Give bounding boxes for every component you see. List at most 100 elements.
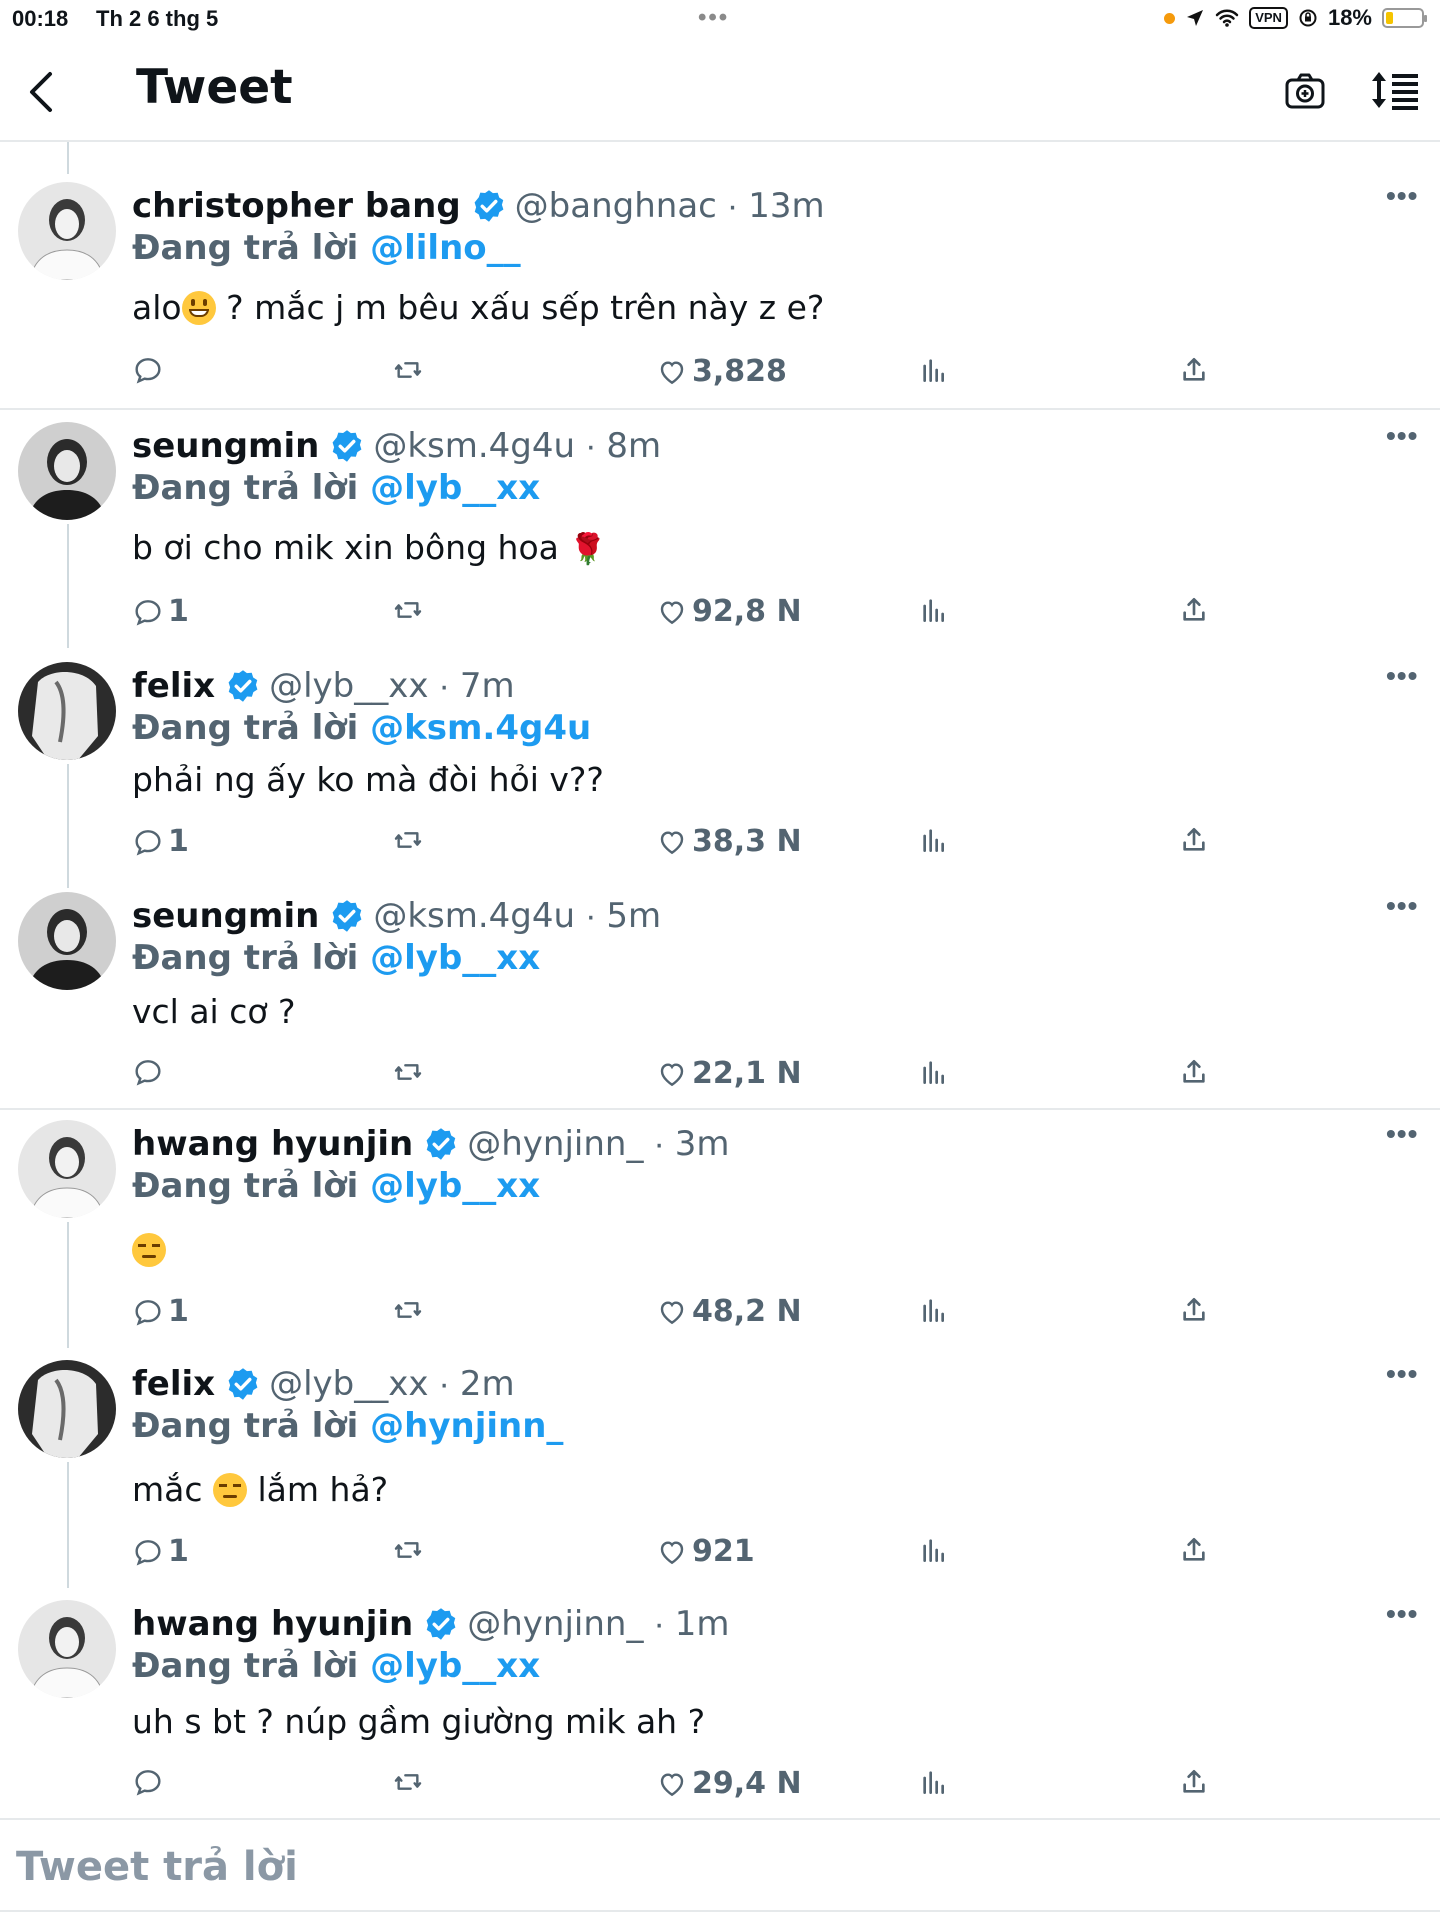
more-options-icon[interactable]: ••• bbox=[1386, 890, 1418, 922]
tweet[interactable]: hwang hyunjin @hynjinn_ · 3m ••• Đang tr… bbox=[0, 1110, 1440, 1348]
user-handle[interactable]: @lyb__xx bbox=[269, 1364, 428, 1404]
user-handle[interactable]: @ksm.4g4u bbox=[373, 896, 575, 936]
share-button[interactable] bbox=[1178, 1534, 1210, 1566]
share-button[interactable] bbox=[1178, 1766, 1210, 1798]
mention-link[interactable]: @ksm.4g4u bbox=[370, 708, 591, 748]
replying-to-label: Đang trả lời bbox=[132, 1646, 359, 1686]
display-name[interactable]: seungmin bbox=[132, 426, 319, 466]
avatar[interactable] bbox=[18, 892, 116, 990]
battery-percent: 18% bbox=[1327, 5, 1372, 30]
reply-button[interactable]: 1 bbox=[132, 1534, 189, 1569]
tweet-actions: 1 921 bbox=[0, 1534, 1440, 1574]
display-name[interactable]: seungmin bbox=[132, 896, 319, 936]
reply-input-placeholder[interactable]: Tweet trả lời bbox=[16, 1844, 298, 1890]
like-button[interactable]: 22,1 N bbox=[656, 1056, 802, 1091]
like-count: 38,3 N bbox=[692, 824, 802, 859]
tweet-text-part: b ơi cho mik xin bông hoa bbox=[132, 528, 570, 567]
more-options-icon[interactable]: ••• bbox=[1386, 180, 1418, 212]
tweet-text: alo ? mắc j m bêu xấu sếp trên này z e? bbox=[132, 288, 824, 327]
retweet-button[interactable] bbox=[392, 1766, 424, 1798]
rotation-lock-icon bbox=[1299, 9, 1317, 27]
views-button[interactable] bbox=[918, 1294, 950, 1326]
views-button[interactable] bbox=[918, 354, 950, 386]
user-handle[interactable]: @banghnac bbox=[515, 186, 717, 226]
retweet-button[interactable] bbox=[392, 354, 424, 386]
reply-button[interactable] bbox=[132, 1766, 164, 1798]
avatar[interactable] bbox=[18, 1360, 116, 1458]
like-button[interactable]: 92,8 N bbox=[656, 594, 802, 629]
views-button[interactable] bbox=[918, 1766, 950, 1798]
like-button[interactable]: 38,3 N bbox=[656, 824, 802, 859]
retweet-button[interactable] bbox=[392, 1534, 424, 1566]
avatar[interactable] bbox=[18, 662, 116, 760]
reply-icon bbox=[132, 596, 164, 628]
like-button[interactable]: 48,2 N bbox=[656, 1294, 802, 1329]
unamused-emoji-icon bbox=[132, 1233, 166, 1267]
avatar[interactable] bbox=[18, 182, 116, 280]
share-button[interactable] bbox=[1178, 594, 1210, 626]
tweet[interactable]: seungmin @ksm.4g4u · 8m ••• Đang trả lời… bbox=[0, 408, 1440, 638]
retweet-button[interactable] bbox=[392, 594, 424, 626]
more-options-icon[interactable]: ••• bbox=[1386, 420, 1418, 452]
more-options-icon[interactable]: ••• bbox=[1386, 1358, 1418, 1390]
user-handle[interactable]: @hynjinn_ bbox=[467, 1124, 643, 1164]
tweet-text-part: ? mắc j m bêu xấu sếp trên này z e? bbox=[215, 288, 825, 327]
heart-icon bbox=[656, 1296, 688, 1328]
views-button[interactable] bbox=[918, 1534, 950, 1566]
tweet[interactable]: christopher bang @banghnac · 13m ••• Đan… bbox=[0, 146, 1440, 410]
views-button[interactable] bbox=[918, 594, 950, 626]
reply-button[interactable]: 1 bbox=[132, 1294, 189, 1329]
share-button[interactable] bbox=[1178, 1294, 1210, 1326]
reply-button[interactable]: 1 bbox=[132, 824, 189, 859]
avatar[interactable] bbox=[18, 422, 116, 520]
retweet-button[interactable] bbox=[392, 1294, 424, 1326]
tweet[interactable]: felix @lyb__xx · 2m ••• Đang trả lời @hy… bbox=[0, 1350, 1440, 1588]
user-handle[interactable]: @ksm.4g4u bbox=[373, 426, 575, 466]
mention-link[interactable]: @lyb__xx bbox=[370, 1646, 540, 1686]
display-name[interactable]: hwang hyunjin bbox=[132, 1124, 413, 1164]
tweet[interactable]: seungmin @ksm.4g4u · 5m ••• Đang trả lời… bbox=[0, 872, 1440, 1110]
more-options-icon[interactable]: ••• bbox=[1386, 660, 1418, 692]
mention-link[interactable]: @lyb__xx bbox=[370, 938, 540, 978]
views-button[interactable] bbox=[918, 1056, 950, 1088]
divider bbox=[0, 1910, 1440, 1912]
share-button[interactable] bbox=[1178, 824, 1210, 856]
reply-button[interactable] bbox=[132, 354, 168, 386]
tweet-text-part: lắm hả? bbox=[247, 1470, 389, 1509]
multitasking-dots[interactable]: ••• bbox=[698, 4, 729, 32]
replying-to-label: Đang trả lời bbox=[132, 938, 359, 978]
separator-dot: · bbox=[585, 896, 597, 935]
mention-link[interactable]: @lilno__ bbox=[370, 228, 521, 268]
display-name[interactable]: felix bbox=[132, 1364, 215, 1404]
user-handle[interactable]: @lyb__xx bbox=[269, 666, 428, 706]
share-button[interactable] bbox=[1178, 1056, 1210, 1088]
camera-plus-icon[interactable] bbox=[1284, 70, 1326, 112]
sort-list-icon[interactable] bbox=[1370, 68, 1420, 112]
display-name[interactable]: hwang hyunjin bbox=[132, 1604, 413, 1644]
more-options-icon[interactable]: ••• bbox=[1386, 1598, 1418, 1630]
chevron-left-icon[interactable] bbox=[22, 68, 62, 116]
display-name[interactable]: christopher bang bbox=[132, 186, 461, 226]
avatar[interactable] bbox=[18, 1120, 116, 1218]
like-button[interactable]: 3,828 bbox=[656, 354, 787, 389]
like-button[interactable]: 29,4 N bbox=[656, 1766, 802, 1801]
user-handle[interactable]: @hynjinn_ bbox=[467, 1604, 643, 1644]
tweet[interactable]: hwang hyunjin @hynjinn_ · 1m ••• Đang tr… bbox=[0, 1590, 1440, 1816]
reply-composer[interactable]: Tweet trả lời bbox=[0, 1818, 1440, 1920]
retweet-button[interactable] bbox=[392, 1056, 424, 1088]
share-button[interactable] bbox=[1178, 354, 1210, 386]
more-options-icon[interactable]: ••• bbox=[1386, 1118, 1418, 1150]
display-name[interactable]: felix bbox=[132, 666, 215, 706]
tweet[interactable]: felix @lyb__xx · 7m ••• Đang trả lời @ks… bbox=[0, 638, 1440, 872]
avatar[interactable] bbox=[18, 1600, 116, 1698]
mention-link[interactable]: @hynjinn_ bbox=[370, 1406, 563, 1446]
reply-button[interactable] bbox=[132, 1056, 164, 1088]
verified-badge-icon bbox=[225, 1366, 261, 1402]
mention-link[interactable]: @lyb__xx bbox=[370, 468, 540, 508]
mention-link[interactable]: @lyb__xx bbox=[370, 1166, 540, 1206]
tweet-text: uh s bt ? núp gầm giường mik ah ? bbox=[132, 1702, 705, 1741]
reply-button[interactable]: 1 bbox=[132, 594, 189, 629]
retweet-button[interactable] bbox=[392, 824, 424, 856]
like-button[interactable]: 921 bbox=[656, 1534, 755, 1569]
views-button[interactable] bbox=[918, 824, 950, 856]
